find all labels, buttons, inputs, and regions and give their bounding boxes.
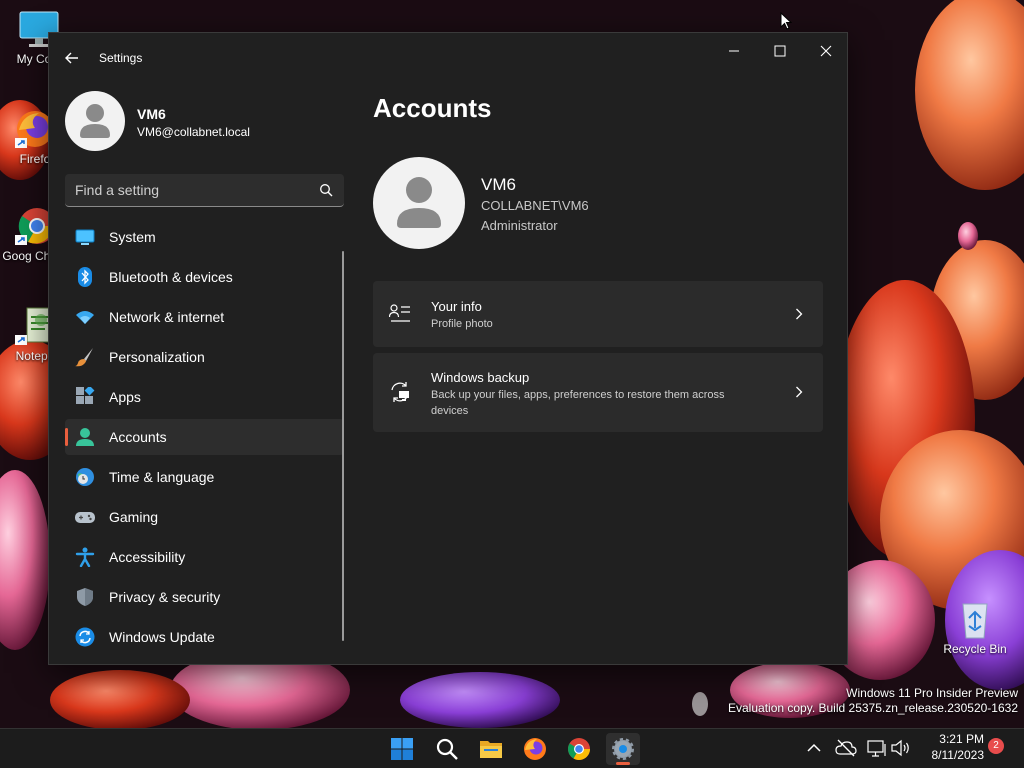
- window-title: Settings: [99, 51, 143, 65]
- sidebar-item-gaming[interactable]: Gaming: [65, 499, 344, 535]
- windows-backup-card[interactable]: Windows backup Back up your files, apps,…: [373, 353, 823, 432]
- taskbar-firefox[interactable]: [518, 733, 552, 765]
- taskbar-clock[interactable]: 3:21 PM 8/11/2023: [920, 731, 985, 763]
- gamepad-icon: [75, 512, 95, 523]
- profile-name: VM6: [137, 106, 166, 122]
- sidebar-item-accounts[interactable]: Accounts: [65, 419, 344, 455]
- sidebar-item-accessibility[interactable]: Accessibility: [65, 539, 344, 575]
- firefox-icon: [524, 738, 546, 760]
- chevron-up-icon[interactable]: [803, 737, 825, 759]
- sidebar-item-label: Accessibility: [109, 549, 186, 565]
- search-icon[interactable]: [319, 183, 333, 197]
- brush-icon: [75, 348, 93, 367]
- watermark-line-2: Evaluation copy. Build 25375.zn_release.…: [728, 701, 1018, 715]
- chevron-right-icon: [796, 386, 803, 398]
- your-info-card[interactable]: Your info Profile photo: [373, 281, 823, 347]
- desktop-icon-label: Recycle Bin: [943, 642, 1007, 656]
- sidebar-item-label: Windows Update: [109, 629, 215, 645]
- minimize-button[interactable]: [711, 37, 757, 65]
- nav-scrollbar[interactable]: [342, 251, 344, 641]
- apps-icon: [76, 387, 95, 404]
- close-icon: [820, 45, 832, 57]
- sidebar-item-personalization[interactable]: Personalization: [65, 339, 344, 375]
- accessibility-icon: [75, 547, 95, 567]
- sidebar-item-apps[interactable]: Apps: [65, 379, 344, 415]
- sidebar-item-label: Accounts: [109, 429, 167, 445]
- user-info-icon: [389, 304, 410, 322]
- account-role: Administrator: [481, 218, 558, 233]
- sidebar-item-label: Personalization: [109, 349, 205, 365]
- sidebar-item-privacy[interactable]: Privacy & security: [65, 579, 344, 615]
- file-explorer-icon: [480, 741, 502, 758]
- card-title: Windows backup: [431, 370, 530, 385]
- sidebar-item-bluetooth[interactable]: Bluetooth & devices: [65, 259, 344, 295]
- active-app-indicator: [616, 762, 630, 765]
- title-bar[interactable]: Settings: [49, 33, 847, 81]
- clock-date: 8/11/2023: [931, 748, 985, 762]
- account-domain: COLLABNET\VM6: [481, 198, 589, 213]
- shield-icon: [77, 588, 93, 606]
- sidebar-item-network[interactable]: Network & internet: [65, 299, 344, 335]
- sidebar-item-windows-update[interactable]: Windows Update: [65, 619, 344, 655]
- profile-email: VM6@collabnet.local: [137, 125, 250, 139]
- search-input[interactable]: [75, 174, 305, 206]
- cloud-off-icon[interactable]: [835, 737, 857, 759]
- card-subtitle: Profile photo: [431, 318, 493, 330]
- sidebar-item-label: Network & internet: [109, 309, 225, 325]
- backup-icon: [391, 382, 409, 402]
- settings-window: Settings VM6 VM6@collabnet.local Find a …: [48, 32, 848, 665]
- card-title: Your info: [431, 299, 482, 314]
- clock-time: 3:21 PM: [939, 732, 984, 746]
- volume-icon[interactable]: [890, 737, 912, 759]
- profile-avatar[interactable]: [65, 91, 125, 151]
- close-button[interactable]: [803, 37, 847, 65]
- page-title: Accounts: [373, 93, 492, 123]
- desktop-icon-recycle-bin[interactable]: Recycle Bin: [940, 598, 1010, 656]
- notification-badge[interactable]: 2: [988, 738, 1004, 754]
- wifi-icon: [76, 311, 94, 324]
- recycle-bin-icon: [962, 603, 988, 639]
- search-box[interactable]: [65, 174, 344, 207]
- accounts-icon: [76, 428, 94, 446]
- sidebar-item-label: Bluetooth & devices: [109, 269, 233, 285]
- back-arrow-icon[interactable]: [61, 47, 83, 69]
- account-avatar[interactable]: [373, 157, 465, 249]
- sidebar-item-label: Privacy & security: [109, 589, 221, 605]
- search-icon: [436, 738, 458, 760]
- watermark-line-1: Windows 11 Pro Insider Preview: [846, 686, 1018, 700]
- sidebar-item-label: Gaming: [109, 509, 159, 525]
- network-icon[interactable]: [866, 737, 888, 759]
- windows-watermark: Windows 11 Pro Insider Preview Evaluatio…: [728, 686, 1018, 716]
- taskbar-search-button[interactable]: [430, 733, 464, 765]
- taskbar-settings[interactable]: [606, 733, 640, 765]
- taskbar-file-explorer[interactable]: [474, 733, 508, 765]
- taskbar: 3:21 PM 8/11/2023 2: [0, 728, 1024, 768]
- sidebar-item-label: Time & language: [109, 469, 215, 485]
- chevron-right-icon: [796, 308, 803, 320]
- maximize-button[interactable]: [757, 37, 803, 65]
- account-name: VM6: [481, 175, 516, 194]
- maximize-icon: [774, 45, 786, 57]
- sidebar-item-system[interactable]: System: [65, 219, 344, 255]
- mouse-cursor-icon: [780, 12, 792, 30]
- update-icon: [75, 627, 95, 647]
- card-subtitle: Back up your files, apps, preferences to…: [431, 389, 725, 417]
- chrome-icon: [568, 738, 590, 760]
- settings-nav: System Bluetooth & devices Network & int…: [65, 219, 344, 659]
- minimize-icon: [729, 50, 739, 52]
- start-button[interactable]: [385, 733, 419, 765]
- sidebar-item-time-language[interactable]: Time & language: [65, 459, 344, 495]
- active-indicator: [65, 428, 68, 446]
- sidebar-item-label: Apps: [109, 389, 141, 405]
- sidebar-item-label: System: [109, 229, 156, 245]
- settings-icon: [612, 738, 634, 760]
- taskbar-chrome[interactable]: [562, 733, 596, 765]
- globe-clock-icon: [76, 468, 94, 486]
- system-icon: [75, 229, 95, 245]
- bluetooth-icon: [78, 267, 92, 287]
- windows-start-icon: [391, 738, 413, 760]
